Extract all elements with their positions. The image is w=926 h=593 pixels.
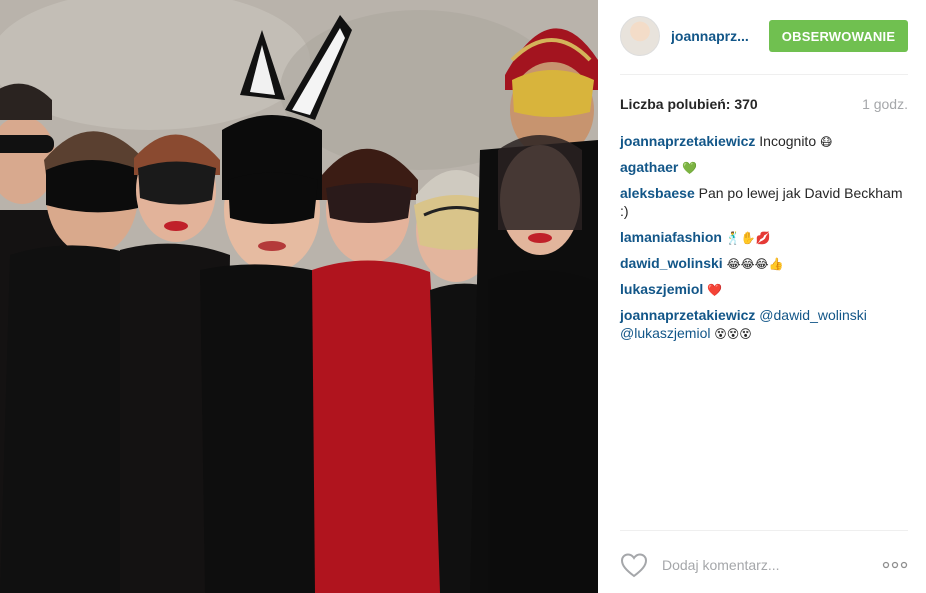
likes-count[interactable]: Liczba polubień: 370: [620, 96, 758, 112]
comment-item: lukaszjemiol ❤️: [620, 280, 908, 299]
comment-author[interactable]: aleksbaese: [620, 185, 695, 201]
comment-author[interactable]: agathaer: [620, 159, 678, 175]
comment-emoji: 🕺✋💋: [725, 231, 771, 245]
heart-icon[interactable]: [620, 552, 648, 578]
header-divider: [620, 74, 908, 75]
follow-button[interactable]: OBSERWOWANIE: [769, 20, 908, 52]
comments-list: joannaprzetakiewicz Incognito 😷 agathaer…: [620, 132, 908, 350]
stats-row: Liczba polubień: 370 1 godz.: [620, 94, 908, 114]
avatar[interactable]: [620, 16, 660, 56]
comment-author[interactable]: joannaprzetakiewicz: [620, 307, 755, 323]
comment-author[interactable]: joannaprzetakiewicz: [620, 133, 755, 149]
comment-author[interactable]: lukaszjemiol: [620, 281, 703, 297]
comment-item: lamaniafashion 🕺✋💋: [620, 228, 908, 247]
comment-emoji: 😂😂😂👍: [726, 257, 784, 271]
comment-text: Incognito: [755, 133, 820, 149]
comment-item: dawid_wolinski 😂😂😂👍: [620, 254, 908, 273]
footer-divider: [620, 530, 908, 531]
comment-item: joannaprzetakiewicz Incognito 😷: [620, 132, 908, 151]
comment-emoji: 😵😵😵: [710, 327, 752, 341]
post-time[interactable]: 1 godz.: [862, 96, 908, 112]
photo-illustration: [0, 0, 598, 593]
post-footer: [620, 547, 908, 583]
username-link[interactable]: joannaprz...: [671, 28, 769, 44]
comment-author[interactable]: lamaniafashion: [620, 229, 722, 245]
post-side-panel: joannaprz... OBSERWOWANIE Liczba polubie…: [598, 0, 926, 593]
comment-mention[interactable]: @lukaszjemiol: [620, 325, 710, 341]
comment-emoji: ❤️: [707, 283, 723, 297]
comment-item: joannaprzetakiewicz @dawid_wolinski @luka…: [620, 306, 908, 343]
comment-emoji: 💚: [682, 161, 698, 175]
post-header: joannaprz... OBSERWOWANIE: [620, 15, 908, 57]
more-options-icon[interactable]: [882, 560, 908, 570]
post-photo[interactable]: [0, 0, 598, 593]
comment-input[interactable]: [660, 556, 882, 574]
comment-item: aleksbaese Pan po lewej jak David Beckha…: [620, 184, 908, 221]
comment-mention[interactable]: @dawid_wolinski: [755, 307, 867, 323]
comment-author[interactable]: dawid_wolinski: [620, 255, 723, 271]
comment-emoji: 😷: [820, 135, 833, 149]
comment-item: agathaer 💚: [620, 158, 908, 177]
